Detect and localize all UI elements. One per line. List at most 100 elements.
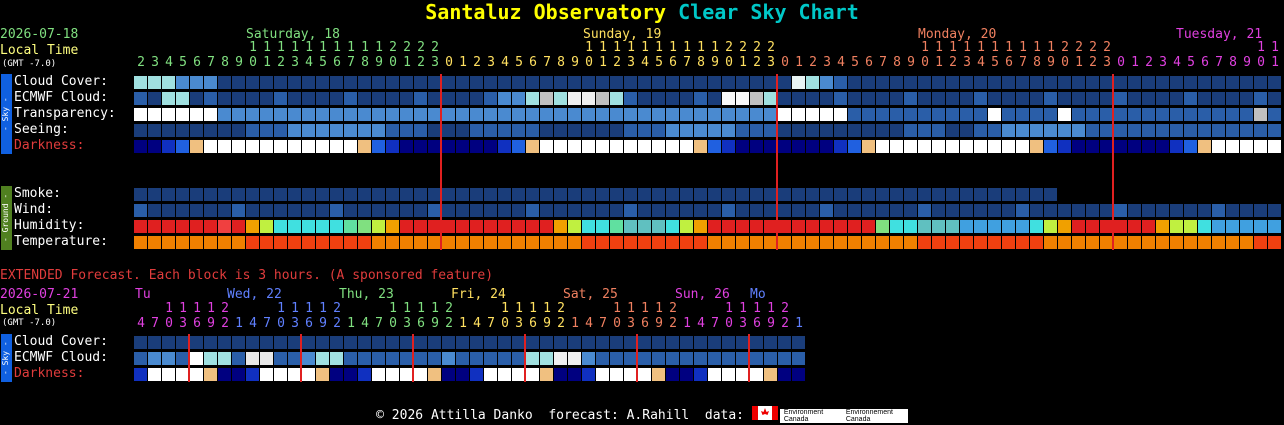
wind-cell: [316, 204, 329, 217]
cloud-cover-cell: [1114, 76, 1127, 89]
humidity-cell: [232, 220, 245, 233]
ecmwf-cloud-cell: [638, 92, 651, 105]
ext-cloud-cell: [204, 336, 217, 349]
transparency-cell: [372, 108, 385, 121]
hour-units-tick: 5: [179, 55, 187, 70]
label-humidity: Humidity:: [14, 218, 85, 233]
ecmwf-cloud-cell: [470, 92, 483, 105]
temperature-cell: [498, 236, 511, 249]
hour-tens-tick: 1: [585, 40, 593, 55]
ext-darkness-cell: [358, 368, 371, 381]
smoke-cell: [288, 188, 301, 201]
smoke-cell: [512, 188, 525, 201]
humidity-cell: [904, 220, 917, 233]
hour-tens-tick: 2: [739, 40, 747, 55]
transparency-cell: [1002, 108, 1015, 121]
ext-darkness-cell: [274, 368, 287, 381]
hour-units-tick: 2: [613, 55, 621, 70]
hour-tens-tick: 1: [375, 40, 383, 55]
temperature-cell: [190, 236, 203, 249]
transparency-cell: [988, 108, 1001, 121]
hour-tens-tick: 1: [1019, 40, 1027, 55]
ecmwf-cloud-cell: [960, 92, 973, 105]
hour-units-tick: 5: [851, 55, 859, 70]
ext-darkness-cell: [162, 368, 175, 381]
seeing-cell: [246, 124, 259, 137]
cloud-cover-cell: [778, 76, 791, 89]
transparency-cell: [1212, 108, 1225, 121]
darkness-cell: [1114, 140, 1127, 153]
smoke-cell: [470, 188, 483, 201]
cloud-cover-cell: [722, 76, 735, 89]
smoke-cell: [1002, 188, 1015, 201]
ecmwf-cloud-cell: [848, 92, 861, 105]
ext-darkness-cell: [554, 368, 567, 381]
smoke-cell: [1016, 188, 1029, 201]
hour-tens-tick: 1: [1257, 40, 1265, 55]
hour-units-tick: 8: [221, 55, 229, 70]
temperature-cell: [148, 236, 161, 249]
wind-cell: [1002, 204, 1015, 217]
hour-tens-tick: 1: [263, 40, 271, 55]
smoke-cell: [778, 188, 791, 201]
ecmwf-cloud-cell: [1072, 92, 1085, 105]
temperature-cell: [988, 236, 1001, 249]
darkness-cell: [148, 140, 161, 153]
darkness-cell: [848, 140, 861, 153]
gmt-label: (GMT -7.0): [2, 59, 57, 69]
ext-cloud-cell: [764, 336, 777, 349]
ext-label-cloud: Cloud Cover:: [14, 334, 108, 349]
hour-units-tick: 0: [781, 55, 789, 70]
wind-cell: [1128, 204, 1141, 217]
transparency-cell: [736, 108, 749, 121]
ext-ecmwf-cell: [428, 352, 441, 365]
ecmwf-cloud-cell: [1212, 92, 1225, 105]
humidity-cell: [1142, 220, 1155, 233]
seeing-cell: [372, 124, 385, 137]
ext-hour-units-tick: 1: [347, 316, 355, 331]
wind-cell: [1240, 204, 1253, 217]
ecmwf-cloud-cell: [1170, 92, 1183, 105]
ext-ecmwf-cell: [596, 352, 609, 365]
darkness-cell: [288, 140, 301, 153]
humidity-cell: [638, 220, 651, 233]
seeing-cell: [1128, 124, 1141, 137]
ext-cloud-cell: [680, 336, 693, 349]
ecmwf-cloud-cell: [862, 92, 875, 105]
ecmwf-cloud-cell: [1086, 92, 1099, 105]
smoke-cell: [344, 188, 357, 201]
ext-ecmwf-cell: [316, 352, 329, 365]
smoke-cell: [148, 188, 161, 201]
humidity-cell: [1002, 220, 1015, 233]
ecmwf-cloud-cell: [610, 92, 623, 105]
temperature-cell: [918, 236, 931, 249]
cloud-cover-cell: [232, 76, 245, 89]
transparency-cell: [890, 108, 903, 121]
ecmwf-cloud-cell: [1002, 92, 1015, 105]
wind-cell: [890, 204, 903, 217]
seeing-cell: [288, 124, 301, 137]
ext-hour-tens-tick: 1: [753, 301, 761, 316]
temperature-cell: [176, 236, 189, 249]
ext-cloud-cell: [414, 336, 427, 349]
cloud-cover-cell: [1142, 76, 1155, 89]
hour-units-tick: 9: [907, 55, 915, 70]
ext-hour-units-tick: 6: [305, 316, 313, 331]
ext-hour-tens-tick: 2: [445, 301, 453, 316]
smoke-cell: [666, 188, 679, 201]
ecmwf-cloud-cell: [582, 92, 595, 105]
seeing-cell: [358, 124, 371, 137]
darkness-cell: [666, 140, 679, 153]
wind-cell: [176, 204, 189, 217]
ecmwf-cloud-cell: [946, 92, 959, 105]
temperature-cell: [722, 236, 735, 249]
darkness-cell: [862, 140, 875, 153]
ext-cloud-cell: [638, 336, 651, 349]
canada-flag-icon: [751, 406, 778, 425]
cloud-cover-cell: [456, 76, 469, 89]
hour-units-tick: 6: [529, 55, 537, 70]
ext-hour-units-tick: 0: [389, 316, 397, 331]
transparency-cell: [386, 108, 399, 121]
transparency-cell: [848, 108, 861, 121]
smoke-cell: [442, 188, 455, 201]
